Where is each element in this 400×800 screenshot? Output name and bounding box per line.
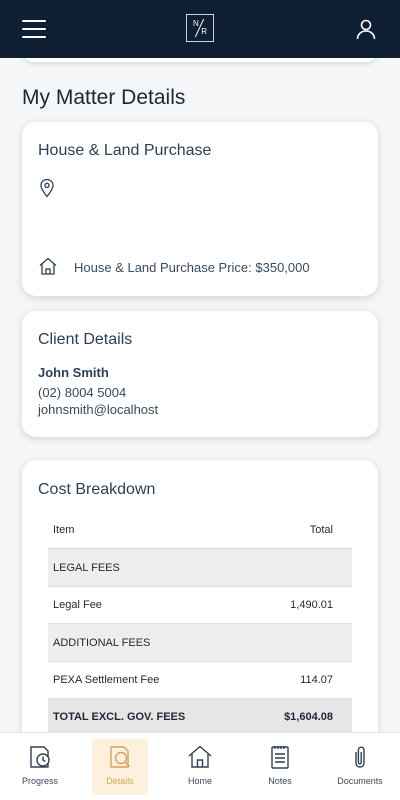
- client-phone[interactable]: (02) 8004 5004: [38, 385, 126, 400]
- location-pin-icon: [40, 178, 54, 198]
- purchase-price: House & Land Purchase Price: $350,000: [74, 260, 310, 275]
- nav-label-details: Details: [106, 776, 134, 786]
- row-value: 114.07: [300, 674, 333, 686]
- bottom-navigation: Progress Details Home Notes Documents: [0, 732, 400, 800]
- cost-breakdown-card: Cost Breakdown Item Total LEGAL FEES Leg…: [22, 460, 378, 732]
- client-email[interactable]: johnsmith@localhost: [38, 402, 158, 417]
- nav-tab-progress[interactable]: Progress: [12, 739, 68, 795]
- collapsed-card-edge: [22, 58, 378, 62]
- paperclip-icon: [355, 746, 365, 768]
- property-title: House & Land Purchase: [38, 142, 212, 159]
- logo-letter-n: N: [193, 19, 199, 28]
- main-content[interactable]: My Matter Details House & Land Purchase …: [0, 58, 400, 732]
- table-section-row: LEGAL FEES: [48, 549, 352, 587]
- nav-label-notes: Notes: [268, 776, 292, 786]
- nav-tab-home[interactable]: Home: [172, 739, 228, 795]
- table-row: PEXA Settlement Fee 114.07: [48, 662, 352, 699]
- page-title: My Matter Details: [22, 86, 186, 109]
- nav-tab-documents[interactable]: Documents: [332, 739, 388, 795]
- logo-letter-r: R: [201, 27, 207, 36]
- details-icon: [110, 746, 130, 768]
- table-header-row: Item Total: [48, 512, 352, 549]
- row-label: Legal Fee: [53, 599, 102, 611]
- cost-breakdown-title: Cost Breakdown: [38, 481, 156, 498]
- row-label: ADDITIONAL FEES: [53, 636, 151, 649]
- top-app-bar: N R: [0, 0, 400, 58]
- notes-icon: [271, 746, 289, 769]
- user-profile-icon[interactable]: [354, 17, 378, 41]
- nav-label-home: Home: [187, 776, 212, 786]
- table-total-row: TOTAL EXCL. GOV. FEES $1,604.08: [48, 699, 352, 732]
- row-label: LEGAL FEES: [53, 561, 120, 574]
- house-icon: [39, 257, 57, 275]
- client-name: John Smith: [38, 365, 109, 380]
- row-label: TOTAL EXCL. GOV. FEES: [53, 711, 186, 723]
- logo[interactable]: N R: [186, 14, 214, 42]
- hamburger-menu-icon[interactable]: [22, 20, 46, 38]
- nav-tab-details[interactable]: Details: [92, 739, 148, 795]
- client-details-card: Client Details John Smith (02) 8004 5004…: [22, 311, 378, 437]
- nav-label-documents: Documents: [337, 776, 383, 786]
- nav-label-progress: Progress: [21, 776, 58, 786]
- column-header-total: Total: [309, 524, 333, 536]
- row-value: $1,604.08: [284, 711, 333, 723]
- progress-icon: [30, 746, 50, 768]
- home-icon: [188, 745, 212, 768]
- table-row: Legal Fee 1,490.01: [48, 587, 352, 624]
- client-details-title: Client Details: [38, 331, 133, 348]
- column-header-item: Item: [53, 524, 75, 536]
- property-card: House & Land Purchase House & Land Purch…: [22, 122, 378, 296]
- cost-table: Item Total LEGAL FEES Legal Fee 1,490.01…: [48, 512, 352, 732]
- row-label: PEXA Settlement Fee: [53, 674, 160, 686]
- table-section-row: ADDITIONAL FEES: [48, 624, 352, 662]
- nav-tab-notes[interactable]: Notes: [252, 739, 308, 795]
- row-value: 1,490.01: [290, 599, 333, 611]
